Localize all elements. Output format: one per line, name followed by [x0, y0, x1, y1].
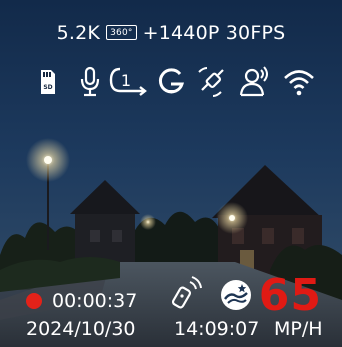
svg-text:1: 1 [121, 71, 131, 90]
time-label: 14:09:07 [174, 318, 260, 340]
recording-dot-icon [26, 293, 42, 309]
dashcam-screen: 5.2K 360° +1440P 30FPS SD 1 00:00:37 65 … [0, 0, 342, 347]
gps-icon [196, 64, 230, 104]
g-sensor-icon [156, 64, 186, 104]
resolution-label: 5.2K [56, 22, 101, 44]
svg-text:SD: SD [43, 84, 52, 91]
remote-icon [171, 276, 206, 312]
wifi-icon [282, 64, 316, 104]
date-label: 2024/10/30 [26, 318, 136, 340]
night-vision-icon [219, 278, 253, 312]
recording-timer: 00:00:37 [52, 290, 138, 312]
microphone-icon [78, 64, 102, 104]
secondary-resolution-label: +1440P 30FPS [142, 22, 286, 44]
resolution-status: 5.2K 360° +1440P 30FPS [0, 22, 342, 44]
speed-value: 65 [258, 270, 322, 321]
voice-control-icon [238, 64, 272, 104]
status-icons-row: SD 1 [0, 64, 342, 104]
mode-badge: 360° [106, 24, 137, 40]
speed-unit-label: MP/H [274, 318, 323, 340]
loop-recording-icon: 1 [108, 64, 148, 104]
sd-card-icon: SD [38, 64, 58, 104]
recording-status: 00:00:37 [26, 290, 137, 312]
